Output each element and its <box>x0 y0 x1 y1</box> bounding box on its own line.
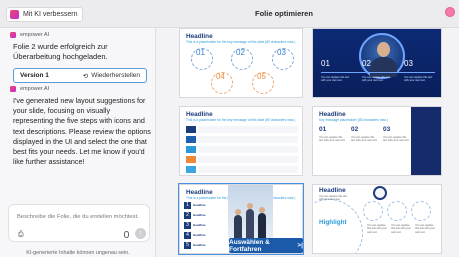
list-item-title: Headline <box>193 203 206 207</box>
ai-disclaimer: KI-generierte Inhalte können ungenau sei… <box>26 250 130 256</box>
step-tab <box>186 156 196 163</box>
microphone-icon[interactable] <box>124 231 129 238</box>
top-bar: Mit KI verbessern Folie optimieren <box>0 0 459 28</box>
step-tab <box>186 166 196 173</box>
step-row <box>198 136 298 143</box>
step-text: You can replace this text with your own … <box>404 76 433 83</box>
step-number: 02 <box>351 126 359 133</box>
list-item-title: Headline <box>193 233 206 237</box>
list-number: 2 <box>184 212 191 219</box>
step-tab <box>186 126 196 133</box>
timeline-node <box>373 186 387 200</box>
divider-line <box>321 72 435 73</box>
slide-subline: This is a placeholder for the key messag… <box>186 118 296 122</box>
layout-option-4[interactable]: Headline Key message placeholder (80 cha… <box>312 106 442 176</box>
assistant-logo-icon <box>10 86 16 92</box>
highlight-label: Highlight <box>319 219 347 226</box>
list-number: 4 <box>184 232 191 239</box>
decorative-arc <box>313 199 363 253</box>
panel-title: Folie optimieren <box>255 9 313 18</box>
assistant-author-2: empower AI <box>10 86 49 92</box>
step-tab <box>186 146 196 153</box>
version-card[interactable]: Version 1 ⟲ Wiederherstellen <box>13 68 147 83</box>
step-number: 01 <box>196 48 205 57</box>
slide-headline: Headline <box>319 111 346 118</box>
step-number: 05 <box>257 72 266 81</box>
business-people-photo <box>228 185 273 241</box>
slide-headline: Headline <box>186 33 213 40</box>
improve-with-ai-label: Mit KI verbessern <box>23 11 78 18</box>
list-number: 5 <box>184 242 191 249</box>
ai-sparkle-icon <box>10 10 19 19</box>
version-label: Version 1 <box>20 72 49 79</box>
list-item-title: Headline <box>193 223 206 227</box>
layout-option-6[interactable]: Headline You can replace this text with … <box>312 184 442 254</box>
layout-option-2[interactable]: 01 02 03 You can replace this text with … <box>312 28 442 98</box>
timeline-node <box>411 201 431 221</box>
assistant-logo-icon <box>10 32 16 38</box>
step-row <box>198 156 298 163</box>
layout-option-3[interactable]: Headline This is a placeholder for the k… <box>179 106 303 176</box>
step-number: 02 <box>362 59 371 68</box>
select-and-continue-label: Auswählen & Fortfahren <box>229 238 270 253</box>
step-text: You can replace this text with your own … <box>321 76 350 83</box>
slide-subline: Key message placeholder (80 characters m… <box>319 118 389 122</box>
list-number: 1 <box>184 202 191 209</box>
step-number: 01 <box>321 59 330 68</box>
improve-with-ai-button[interactable]: Mit KI verbessern <box>6 7 84 22</box>
step-text: You can replace this text with your own … <box>383 136 410 143</box>
list-item-title: Headline <box>193 213 206 217</box>
prompt-input-box[interactable]: Beschreibe die Folie, die du erstellen m… <box>8 204 150 242</box>
undo-icon: ⟲ <box>82 72 89 80</box>
assistant-message-2: I've generated new layout suggestions fo… <box>13 96 151 167</box>
accent-strip <box>411 107 441 175</box>
list-item-title: Headline <box>193 243 206 247</box>
step-text: You can replace this text with your own … <box>351 136 378 143</box>
assistant-name: empower AI <box>20 32 50 38</box>
timeline-node <box>363 201 383 221</box>
step-row <box>198 146 298 153</box>
step-number: 04 <box>216 72 225 81</box>
restore-label: Wiederherstellen <box>91 72 140 79</box>
list-number: 3 <box>184 222 191 229</box>
chat-panel: empower AI Folie 2 wurde erfolgreich zur… <box>0 28 156 257</box>
step-tab <box>186 136 196 143</box>
step-number: 02 <box>236 48 245 57</box>
step-number: 03 <box>277 48 286 57</box>
prompt-input[interactable]: Beschreibe die Folie, die du erstellen m… <box>17 214 139 220</box>
restore-button[interactable]: ⟲ Wiederherstellen <box>83 72 140 80</box>
user-avatar[interactable] <box>445 7 455 17</box>
slide-headline: Headline <box>319 187 346 194</box>
step-text: You can replace this text with your own … <box>391 224 412 234</box>
timeline-node <box>387 201 407 221</box>
attachment-icon[interactable]: ⎙ <box>18 231 24 239</box>
step-number: 03 <box>404 59 413 68</box>
step-text: You can replace this text with your own … <box>367 224 388 234</box>
slide-headline: Headline <box>186 111 213 118</box>
assistant-author: empower AI <box>10 32 49 38</box>
assistant-name-2: empower AI <box>20 86 50 92</box>
step-row <box>198 166 298 173</box>
step-number: 01 <box>319 126 327 133</box>
step-row <box>198 126 298 133</box>
step-text: You can replace this text with your own … <box>362 76 391 83</box>
continue-icon: >| <box>297 242 303 249</box>
assistant-message-1: Folie 2 wurde erfolgreich zur Überarbeit… <box>13 42 108 61</box>
slide-headline: Headline <box>186 189 213 196</box>
step-text: You can replace this text with your own … <box>415 224 436 234</box>
slide-body-text: You can replace this text with your own … <box>319 195 348 202</box>
select-and-continue-button[interactable]: Auswählen & Fortfahren >| <box>229 238 303 253</box>
slide-subline: This is a placeholder for the key messag… <box>186 40 296 44</box>
step-number: 03 <box>383 126 391 133</box>
layout-option-1[interactable]: Headline This is a placeholder for the k… <box>179 28 303 98</box>
send-button[interactable]: ↑ <box>135 228 146 239</box>
step-text: You can replace this text with your own … <box>319 136 346 143</box>
